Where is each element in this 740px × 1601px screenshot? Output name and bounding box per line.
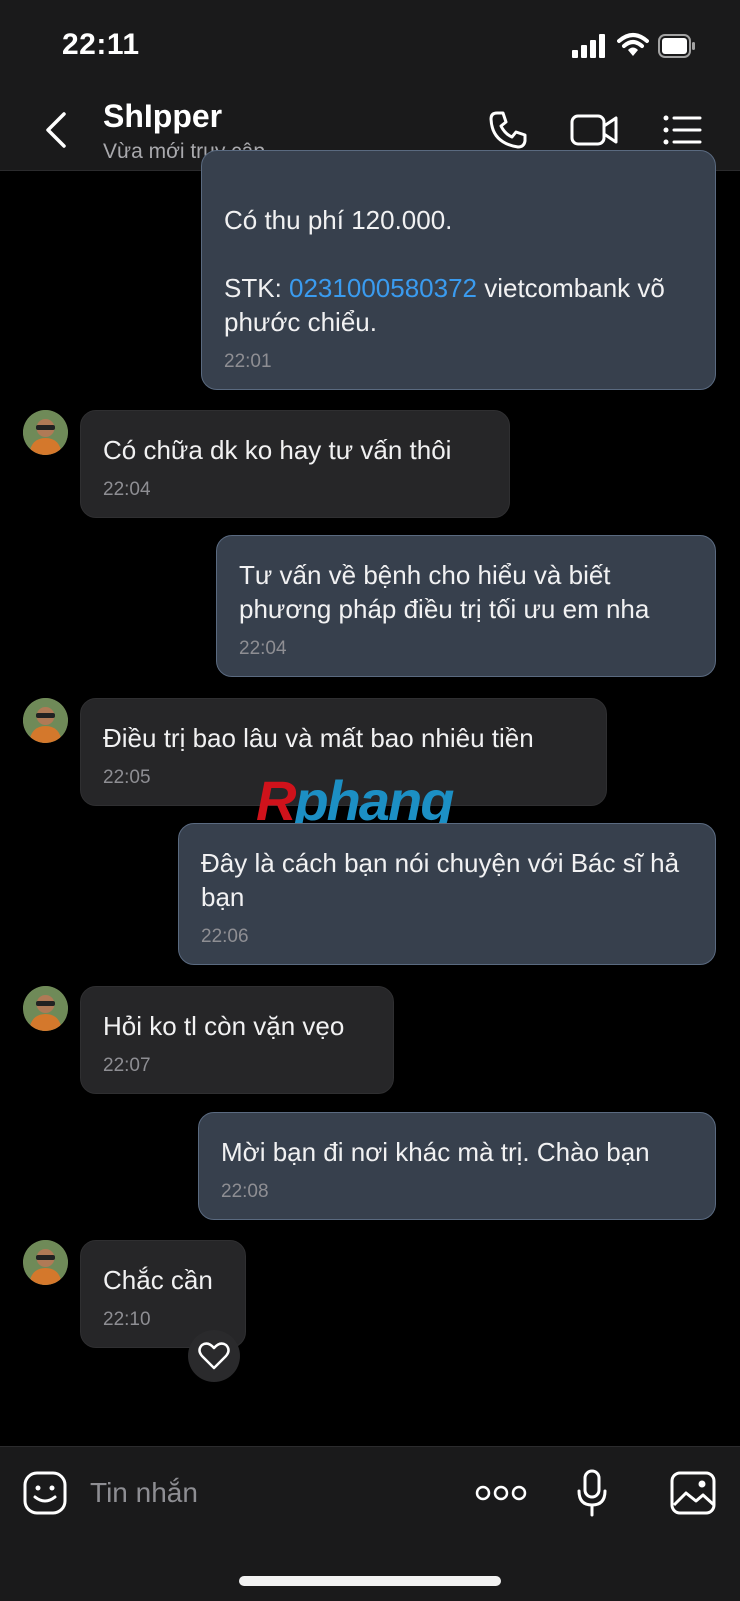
emoji-sticker-icon[interactable] [23, 1471, 67, 1515]
message-time: 22:08 [221, 1181, 269, 1202]
avatar[interactable] [23, 410, 68, 455]
message-bubble-incoming[interactable]: Hỏi ko tl còn vặn vẹo 22:07 [80, 986, 394, 1094]
image-icon[interactable] [670, 1471, 716, 1515]
message-time: 22:04 [103, 479, 151, 500]
more-dots-icon[interactable] [475, 1483, 527, 1503]
message-text: Tư vấn về bệnh cho hiểu và biết phương p… [239, 560, 650, 624]
message-bubble-outgoing[interactable]: Mời bạn đi nơi khác mà trị. Chào bạn 22:… [198, 1112, 716, 1220]
message-bubble-outgoing[interactable]: Có thu phí 120.000. STK: 0231000580372 vi… [201, 150, 716, 390]
chevron-left-icon[interactable] [40, 108, 74, 152]
message-text: Hỏi ko tl còn vặn vẹo [103, 1011, 345, 1041]
message-time: 22:10 [103, 1309, 151, 1330]
heart-icon [198, 1342, 230, 1370]
avatar[interactable] [23, 1240, 68, 1285]
microphone-icon[interactable] [575, 1469, 609, 1517]
avatar[interactable] [23, 698, 68, 743]
message-text: Đây là cách bạn nói chuyện với Bác sĩ hả… [201, 848, 687, 912]
home-indicator[interactable] [239, 1576, 501, 1586]
message-input[interactable]: Tin nhắn [90, 1477, 198, 1509]
status-time: 22:11 [62, 28, 140, 61]
list-menu-icon[interactable] [662, 110, 702, 150]
message-text: Có thu phí 120.000. STK: 0231000580372 vi… [224, 205, 673, 337]
video-camera-icon[interactable] [570, 110, 618, 150]
phone-icon[interactable] [488, 110, 528, 150]
wifi-icon [617, 33, 649, 56]
message-text: Có chữa dk ko hay tư vấn thôi [103, 435, 452, 465]
message-text: Điều trị bao lâu và mất bao nhiêu tiền [103, 723, 534, 753]
message-bubble-incoming[interactable]: Có chữa dk ko hay tư vấn thôi 22:04 [80, 410, 510, 518]
message-input-bar: Tin nhắn [0, 1446, 740, 1601]
message-bubble-outgoing[interactable]: Đây là cách bạn nói chuyện với Bác sĩ hả… [178, 823, 716, 965]
cellular-signal-icon [572, 34, 605, 58]
message-time: 22:06 [201, 926, 249, 947]
status-bar: 22:11 [0, 0, 740, 90]
avatar[interactable] [23, 986, 68, 1031]
battery-icon [658, 34, 695, 58]
message-time: 22:01 [224, 351, 272, 372]
account-number-link[interactable]: 0231000580372 [289, 273, 477, 303]
react-heart-button[interactable] [188, 1330, 240, 1382]
message-time: 22:07 [103, 1055, 151, 1076]
message-text: Chắc cần [103, 1265, 213, 1295]
message-text: Mời bạn đi nơi khác mà trị. Chào bạn [221, 1137, 650, 1167]
message-time: 22:04 [239, 638, 287, 659]
contact-name[interactable]: ShIpper [103, 98, 222, 135]
message-bubble-outgoing[interactable]: Tư vấn về bệnh cho hiểu và biết phương p… [216, 535, 716, 677]
